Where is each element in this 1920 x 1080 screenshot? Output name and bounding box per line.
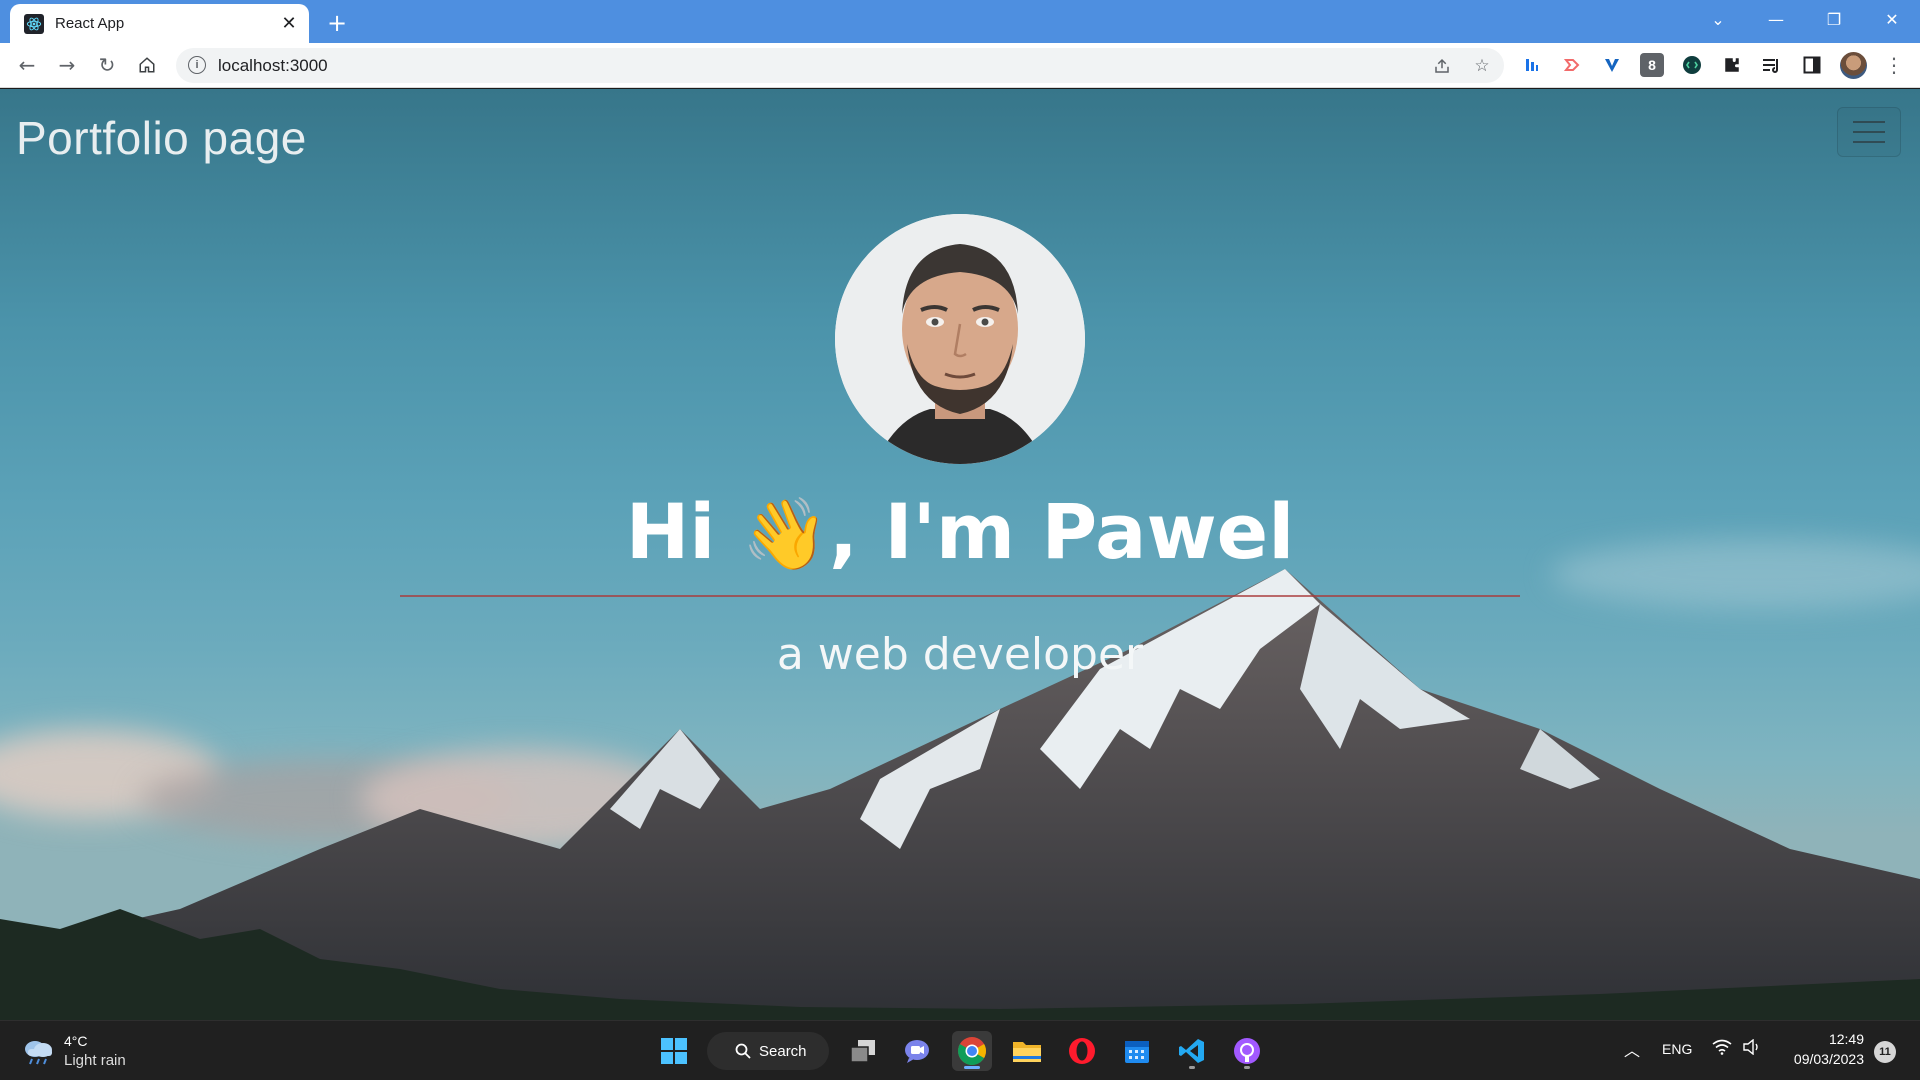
- chrome-icon[interactable]: [952, 1031, 992, 1071]
- weather-description[interactable]: Light rain: [64, 1052, 126, 1069]
- clock-date[interactable]: 09/03/2023: [1766, 1051, 1864, 1067]
- tab-search-dropdown-icon[interactable]: ⌄: [1690, 0, 1746, 38]
- star-icon[interactable]: ☆: [1469, 53, 1495, 79]
- search-label: Search: [759, 1042, 807, 1060]
- hero-greeting: Hi 👋, I'm Pawel: [0, 487, 1920, 576]
- extensions-icon[interactable]: [1720, 53, 1744, 77]
- file-explorer-icon[interactable]: [1007, 1031, 1047, 1071]
- share-icon[interactable]: [1429, 53, 1455, 79]
- taskbar-search[interactable]: Search: [707, 1032, 829, 1070]
- running-indicator: [964, 1066, 980, 1069]
- wifi-icon[interactable]: [1712, 1039, 1732, 1058]
- restore-button[interactable]: ❐: [1806, 0, 1862, 38]
- opera-icon[interactable]: [1062, 1031, 1102, 1071]
- volume-icon[interactable]: [1742, 1038, 1762, 1058]
- new-tab-button[interactable]: +: [322, 8, 352, 38]
- notification-badge[interactable]: 11: [1874, 1041, 1896, 1063]
- address-url[interactable]: localhost:3000: [218, 56, 328, 76]
- vscode-icon[interactable]: [1172, 1031, 1212, 1071]
- profile-avatar[interactable]: [1840, 52, 1867, 79]
- github-icon[interactable]: [1227, 1031, 1267, 1071]
- teams-chat-icon[interactable]: [897, 1031, 937, 1071]
- calendar-icon[interactable]: [1117, 1031, 1157, 1071]
- running-indicator: [1244, 1066, 1250, 1069]
- tab-close-icon[interactable]: ✕: [275, 10, 303, 38]
- close-window-button[interactable]: ✕: [1864, 0, 1920, 38]
- menu-dots-icon[interactable]: ⋮: [1878, 49, 1910, 81]
- hero-subtitle: a web developer: [776, 629, 1144, 680]
- windows-start-icon[interactable]: [654, 1031, 694, 1071]
- show-hidden-icons-chevron-icon[interactable]: ︿: [1624, 1037, 1640, 1061]
- profile-photo: [835, 214, 1085, 464]
- react-favicon: [24, 13, 44, 34]
- browser-titlebar: React App ✕ + ⌄ — ❐ ✕: [0, 0, 1920, 43]
- task-view-icon[interactable]: [843, 1031, 883, 1071]
- reading-list-icon[interactable]: [1760, 53, 1784, 77]
- forward-arrow-icon[interactable]: →: [51, 49, 83, 81]
- extension-v-icon[interactable]: [1600, 53, 1624, 77]
- hamburger-line: [1853, 131, 1885, 133]
- extension-arrow-icon[interactable]: [1560, 53, 1584, 77]
- hamburger-line: [1853, 121, 1885, 123]
- running-indicator: [1189, 1066, 1195, 1069]
- clock-time[interactable]: 12:49: [1780, 1031, 1864, 1047]
- brand-title[interactable]: Portfolio page: [16, 111, 307, 165]
- back-arrow-icon[interactable]: ←: [11, 49, 43, 81]
- extension-badge-icon[interactable]: 8: [1640, 53, 1664, 77]
- browser-tab[interactable]: React App ✕: [10, 4, 309, 43]
- extension-circle-icon[interactable]: [1680, 53, 1704, 77]
- home-icon[interactable]: [131, 49, 163, 81]
- page-viewport: Portfolio page Hi 👋, I'm Pawel a web dev…: [0, 89, 1920, 1020]
- hamburger-line: [1853, 141, 1885, 143]
- browser-toolbar: ← → ↻ i localhost:3000 ☆ 8 ⋮: [0, 43, 1920, 88]
- hamburger-icon[interactable]: [1837, 107, 1901, 157]
- info-icon[interactable]: i: [188, 56, 206, 74]
- hero-divider: [400, 595, 1520, 597]
- waving-hand-icon: 👋: [741, 493, 829, 575]
- reload-icon[interactable]: ↻: [91, 49, 123, 81]
- greeting-name: , I'm Pawel: [829, 487, 1295, 576]
- greeting-prefix: Hi: [625, 487, 742, 576]
- weather-rain-icon[interactable]: [20, 1035, 56, 1065]
- address-bar[interactable]: i localhost:3000 ☆: [176, 48, 1504, 83]
- language-indicator[interactable]: ENG: [1662, 1041, 1692, 1057]
- minimize-button[interactable]: —: [1748, 0, 1804, 38]
- weather-temperature[interactable]: 4°C: [64, 1033, 88, 1049]
- windows-taskbar: 4°C Light rain Search ︿ ENG 12:49 09/03/…: [0, 1020, 1920, 1080]
- side-panel-icon[interactable]: [1800, 53, 1824, 77]
- extension-bars-icon[interactable]: [1520, 53, 1544, 77]
- search-icon: [735, 1043, 751, 1059]
- tab-title: React App: [55, 15, 125, 32]
